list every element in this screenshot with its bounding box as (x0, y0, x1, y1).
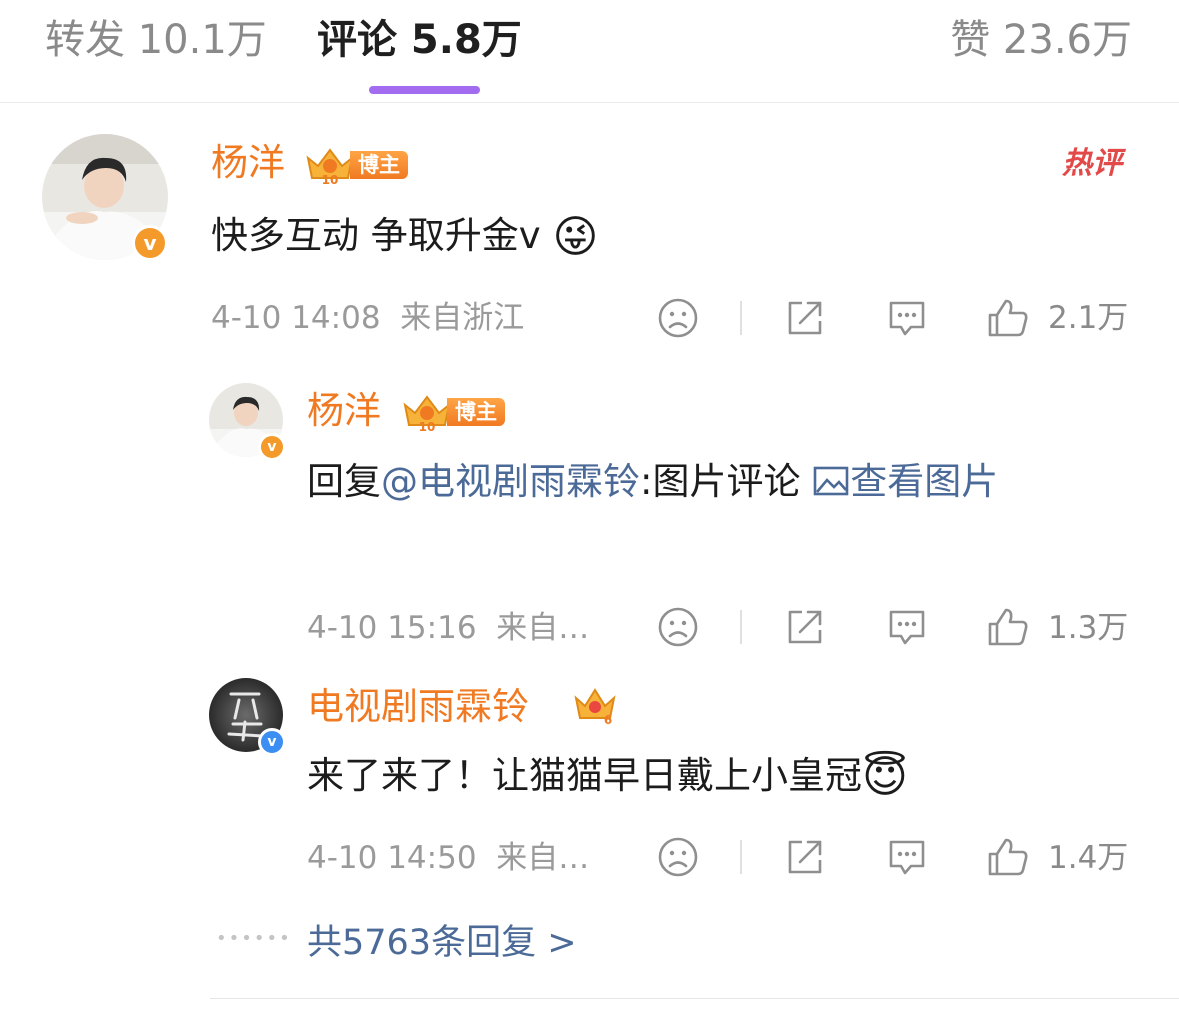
badge-label: 博主 (447, 398, 505, 426)
crown-icon: 10 (306, 148, 354, 186)
reply-meta: 4-10 14:50 来自… (307, 838, 589, 878)
like-count: 2.1万 (1048, 300, 1129, 336)
svg-text:6: 6 (604, 713, 612, 726)
comment-body: 快多互动 争取升金v (211, 214, 541, 257)
share-icon[interactable] (784, 297, 826, 339)
view-image-label: 查看图片 (850, 460, 999, 503)
halo-emoji-icon: 😇 (862, 751, 908, 803)
reply-author[interactable]: 电视剧雨霖铃 (307, 684, 529, 730)
comment-bubble-icon[interactable] (885, 297, 929, 339)
reply-body: 来了来了！让猫猫早日戴上小皇冠 (307, 754, 862, 797)
comment-divider (210, 998, 1179, 999)
view-image-link[interactable]: 查看图片 (812, 460, 998, 503)
verified-badge-icon: v (258, 728, 286, 756)
reply-text: 来了来了！让猫猫早日戴上小皇冠😇 (307, 746, 908, 808)
verified-badge-icon: v (258, 433, 286, 461)
comment-bubble-icon[interactable] (885, 836, 929, 878)
tab-divider (0, 102, 1179, 103)
badge-label: 博主 (350, 151, 408, 179)
comment-time: 4-10 14:08 (211, 300, 381, 336)
crown-level-icon: 6 (574, 688, 616, 726)
svg-text:10: 10 (419, 420, 436, 433)
reply-text: 回复@电视剧雨霖铃:图片评论 查看图片 (307, 450, 1137, 514)
tab-comments[interactable]: 评论 5.8万 (317, 14, 522, 66)
wink-emoji-icon: 😜 (552, 211, 599, 263)
svg-text:10: 10 (322, 173, 339, 186)
tab-likes[interactable]: 赞 23.6万 (950, 14, 1132, 66)
action-separator (740, 840, 742, 874)
comment-meta: 4-10 14:08 来自浙江 (211, 298, 524, 338)
reply-time: 4-10 15:16 (307, 610, 477, 646)
share-icon[interactable] (784, 836, 826, 878)
like-count: 1.4万 (1048, 840, 1129, 876)
crown-icon: 10 (403, 395, 451, 433)
reply-author[interactable]: 杨洋 (307, 388, 381, 434)
reply-time: 4-10 14:50 (307, 840, 477, 876)
comment-author[interactable]: 杨洋 (211, 140, 285, 186)
action-separator (740, 301, 742, 335)
more-dots: •••••• (216, 928, 292, 949)
mention-link[interactable]: @电视剧雨霖铃 (381, 460, 640, 503)
thumbs-up-icon[interactable] (986, 836, 1030, 878)
verified-badge-icon: v (132, 225, 168, 261)
reply-location: 来自… (496, 840, 590, 876)
like-count: 1.3万 (1048, 610, 1129, 646)
comment-text: 快多互动 争取升金v 😜 (211, 206, 598, 268)
dislike-face-icon[interactable] (657, 836, 699, 878)
action-separator (740, 610, 742, 644)
hot-comment-label: 热评 (1062, 146, 1122, 181)
dislike-face-icon[interactable] (657, 606, 699, 648)
share-icon[interactable] (784, 606, 826, 648)
reply-location: 来自… (496, 610, 590, 646)
thumbs-up-icon[interactable] (986, 297, 1030, 339)
reply-body: :图片评论 (640, 460, 801, 503)
image-icon (813, 466, 849, 496)
active-tab-indicator (369, 86, 480, 94)
blogger-badge: 10 博主 (304, 144, 408, 186)
tab-reposts[interactable]: 转发 10.1万 (45, 14, 267, 66)
thumbs-up-icon[interactable] (986, 606, 1030, 648)
view-more-replies-link[interactable]: 共5763条回复 > (307, 920, 577, 966)
reply-prefix: 回复 (307, 460, 381, 503)
dislike-face-icon[interactable] (657, 297, 699, 339)
blogger-badge: 10 博主 (401, 391, 505, 433)
comment-location: 来自浙江 (400, 300, 525, 336)
comment-bubble-icon[interactable] (885, 606, 929, 648)
reply-meta: 4-10 15:16 来自… (307, 608, 589, 648)
